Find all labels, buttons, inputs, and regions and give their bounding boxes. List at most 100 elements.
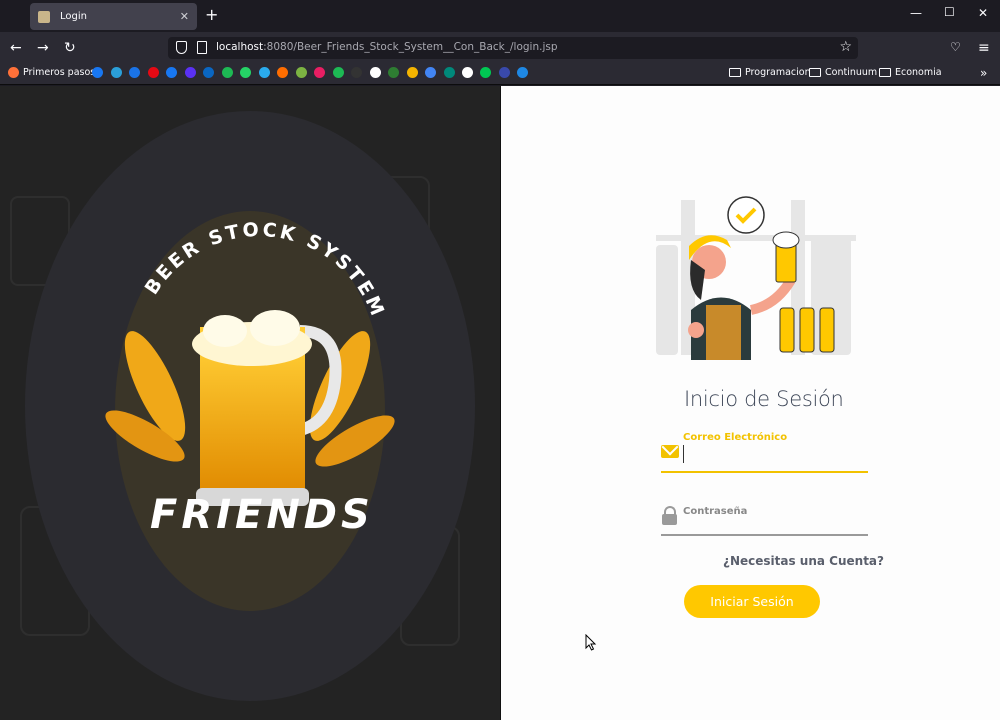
new-tab-button[interactable]: + bbox=[205, 5, 218, 24]
site-icon bbox=[351, 67, 362, 78]
minimize-icon[interactable]: — bbox=[910, 6, 922, 20]
password-label: Contraseña bbox=[683, 506, 748, 517]
bookmark-favicon-icon[interactable] bbox=[147, 67, 159, 78]
site-icon bbox=[443, 67, 455, 78]
email-label: Correo Electrónico bbox=[683, 432, 788, 443]
site-icon bbox=[462, 67, 473, 78]
site-icon bbox=[203, 67, 214, 78]
bookmark-favicon-icon[interactable] bbox=[406, 67, 418, 78]
svg-text:BEER STOCK SYSTEM: BEER STOCK SYSTEM bbox=[141, 219, 390, 322]
bookmark-favicon-icon[interactable] bbox=[258, 67, 270, 78]
bookmark-favicon-icon[interactable] bbox=[517, 67, 528, 78]
shield-icon[interactable] bbox=[176, 41, 187, 54]
wheat-left-icon bbox=[105, 331, 186, 462]
more-bookmarks-icon[interactable]: » bbox=[980, 66, 987, 80]
login-panel: Inicio de Sesión Correo Electrónico Cont… bbox=[500, 86, 1000, 720]
brewer-illustration bbox=[656, 196, 856, 360]
address-bar[interactable]: localhost:8080/Beer_Friends_Stock_System… bbox=[168, 37, 858, 59]
site-icon bbox=[92, 67, 103, 78]
password-input[interactable] bbox=[683, 518, 863, 534]
folder-icon bbox=[809, 68, 821, 77]
page-info-icon[interactable] bbox=[197, 41, 207, 54]
bookmark-favicon-icon[interactable] bbox=[166, 67, 177, 78]
tab-title: Login bbox=[60, 11, 87, 22]
signup-link[interactable]: ¿Necesitas una Cuenta? bbox=[723, 554, 884, 568]
favicon-icon bbox=[38, 10, 50, 23]
tab-login[interactable]: Login ✕ bbox=[30, 3, 197, 30]
site-icon bbox=[295, 67, 307, 78]
email-field[interactable]: Correo Electrónico bbox=[661, 431, 868, 473]
site-icon bbox=[498, 67, 510, 78]
bookmark-favicon-icon[interactable] bbox=[443, 67, 455, 78]
bookmark-favicon-icon[interactable] bbox=[314, 67, 325, 78]
site-icon bbox=[332, 67, 344, 78]
url-text[interactable]: localhost:8080/Beer_Friends_Stock_System… bbox=[216, 41, 558, 53]
folder-icon bbox=[729, 68, 741, 77]
tab-strip: Login ✕ + — ☐ ✕ bbox=[0, 0, 1000, 32]
site-icon bbox=[221, 67, 233, 78]
site-icon bbox=[480, 67, 491, 78]
bookmark-favicon-icon[interactable] bbox=[184, 67, 196, 78]
bookmark-favicon-icon[interactable] bbox=[92, 67, 103, 78]
bookmark-star-icon[interactable]: ☆ bbox=[839, 39, 852, 55]
bookmark-favicon-icon[interactable] bbox=[129, 67, 140, 78]
site-icon bbox=[240, 67, 251, 78]
login-button[interactable]: Iniciar Sesión bbox=[684, 585, 820, 618]
bookmark-favicon-icon[interactable] bbox=[203, 67, 214, 78]
site-icon bbox=[147, 67, 159, 78]
beer-bottles-icon bbox=[779, 307, 835, 353]
reload-icon[interactable]: ↻ bbox=[64, 40, 76, 56]
close-tab-icon[interactable]: ✕ bbox=[180, 10, 189, 23]
password-field[interactable]: Contraseña bbox=[661, 500, 868, 536]
envelope-icon bbox=[661, 445, 679, 458]
pocket-icon[interactable]: ♡ bbox=[950, 39, 961, 55]
bookmark-favicon-icon[interactable] bbox=[480, 67, 491, 78]
bookmark-favicon-icon[interactable] bbox=[388, 67, 399, 78]
site-icon bbox=[166, 67, 177, 78]
site-icon bbox=[277, 67, 288, 78]
bookmark-folder-programacion[interactable]: Programacion bbox=[729, 67, 811, 78]
beer-friends-logo: BEER STOCK SYSTEM FRIENDS bbox=[105, 219, 395, 536]
back-icon[interactable]: ← bbox=[10, 40, 22, 56]
site-icon bbox=[406, 67, 418, 78]
bookmark-favicon-icon[interactable] bbox=[425, 67, 436, 78]
bookmark-favicon-icon[interactable] bbox=[240, 67, 251, 78]
mouse-cursor-icon bbox=[585, 634, 597, 651]
page-title: Inicio de Sesión bbox=[684, 387, 844, 411]
bookmark-favicon-icon[interactable] bbox=[369, 67, 381, 78]
folder-icon bbox=[879, 68, 891, 77]
site-icon bbox=[110, 67, 122, 78]
speech-bubble-icon bbox=[727, 196, 765, 234]
logo-arc-text: BEER STOCK SYSTEM bbox=[141, 219, 387, 322]
site-icon bbox=[388, 67, 399, 78]
forward-icon[interactable]: → bbox=[37, 40, 49, 56]
bookmark-favicon-icon[interactable] bbox=[221, 67, 233, 78]
close-window-icon[interactable]: ✕ bbox=[978, 6, 988, 20]
site-icon bbox=[517, 67, 528, 78]
bookmark-favicon-icon[interactable] bbox=[351, 67, 362, 78]
site-icon bbox=[129, 67, 140, 78]
email-input[interactable] bbox=[683, 445, 863, 463]
maximize-icon[interactable]: ☐ bbox=[944, 5, 955, 19]
bookmark-folder-economia[interactable]: Economia bbox=[879, 67, 942, 78]
bookmark-folder-continuum[interactable]: Continuum bbox=[809, 67, 877, 78]
wheat-right-icon bbox=[309, 331, 395, 467]
bookmark-favicon-icon[interactable] bbox=[498, 67, 510, 78]
site-icon bbox=[314, 67, 325, 78]
branding-panel: BEER STOCK SYSTEM FRIENDS bbox=[0, 86, 500, 720]
site-icon bbox=[369, 67, 381, 78]
site-icon bbox=[258, 67, 270, 78]
menu-icon[interactable]: ≡ bbox=[978, 40, 990, 56]
bookmark-favicon-icon[interactable] bbox=[462, 67, 473, 78]
lock-icon bbox=[662, 506, 677, 525]
site-icon bbox=[425, 67, 436, 78]
bookmark-favicon-icon[interactable] bbox=[110, 67, 122, 78]
bookmarks-toolbar: Primeros pasos Programacion Continuum Ec… bbox=[0, 64, 1000, 85]
firefox-icon bbox=[8, 67, 19, 78]
bookmark-favicon-icon[interactable] bbox=[295, 67, 307, 78]
site-icon bbox=[184, 67, 196, 78]
bookmark-favicon-icon[interactable] bbox=[277, 67, 288, 78]
bookmark-favicon-icon[interactable] bbox=[332, 67, 344, 78]
bookmark-primeros-pasos[interactable]: Primeros pasos bbox=[8, 67, 95, 78]
beer-glass-icon bbox=[772, 231, 800, 283]
